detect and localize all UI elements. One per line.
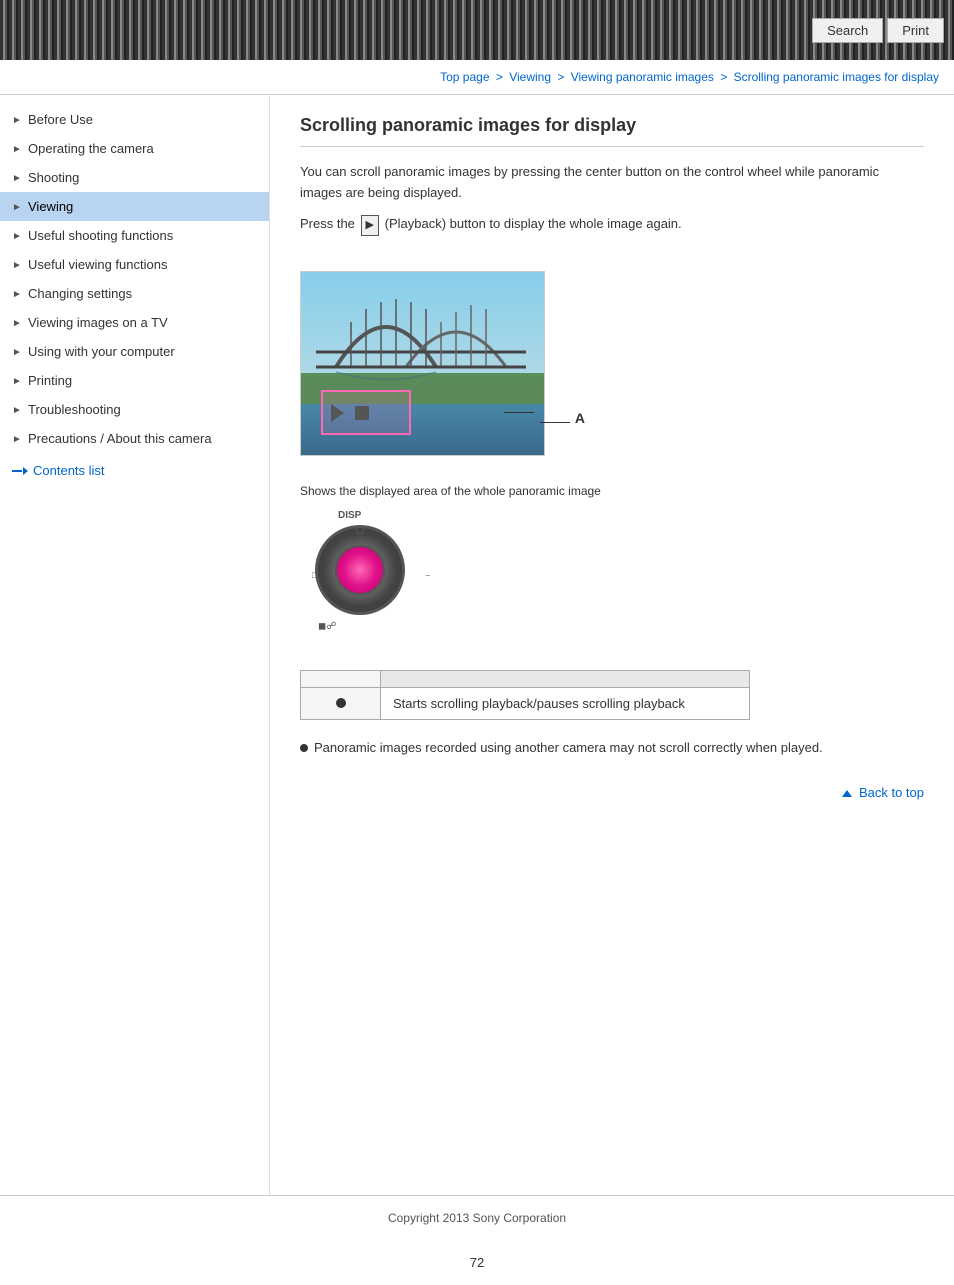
arrow-icon: ► [12, 260, 22, 270]
area-label-text: Shows the displayed area of the whole pa… [300, 484, 924, 498]
sidebar-item-precautions[interactable]: ► Precautions / About this camera [0, 424, 269, 453]
table-header-description [381, 671, 750, 688]
arrow-icon: ► [12, 289, 22, 299]
breadcrumb-top-link[interactable]: Top page [440, 70, 489, 84]
breadcrumb: Top page > Viewing > Viewing panoramic i… [0, 60, 954, 95]
sidebar-label: Viewing images on a TV [28, 315, 168, 330]
sidebar-item-viewing[interactable]: ► Viewing [0, 192, 269, 221]
note-item: Panoramic images recorded using another … [300, 740, 924, 755]
label-line [504, 412, 534, 413]
sidebar-label: Viewing [28, 199, 73, 214]
triangle-up-icon [842, 790, 852, 797]
page-title: Scrolling panoramic images for display [300, 115, 924, 147]
bridge-svg [306, 277, 541, 397]
wheel-inner-button [335, 545, 385, 595]
control-wheel: DISP □ ⎯ ◼☍ [310, 510, 440, 650]
desc2-suffix: (Playback) button to display the whole i… [385, 216, 682, 231]
note-text: Panoramic images recorded using another … [314, 740, 823, 755]
disp-label: DISP [338, 510, 361, 521]
square-icon [355, 406, 369, 420]
sidebar-item-before-use[interactable]: ► Before Use [0, 105, 269, 134]
arrow-icon: ► [12, 376, 22, 386]
play-triangle-icon [331, 404, 344, 422]
table-row: Starts scrolling playback/pauses scrolli… [301, 688, 750, 720]
main-layout: ► Before Use ► Operating the camera ► Sh… [0, 95, 954, 1195]
contents-list-link[interactable]: Contents list [0, 453, 269, 488]
arrow-icon: ► [12, 115, 22, 125]
sidebar-label: Operating the camera [28, 141, 154, 156]
arrow-icon: ► [12, 405, 22, 415]
sidebar-item-changing-settings[interactable]: ► Changing settings [0, 279, 269, 308]
print-button[interactable]: Print [887, 18, 944, 43]
sidebar-label: Printing [28, 373, 72, 388]
description-text-1: You can scroll panoramic images by press… [300, 162, 924, 204]
sidebar-label: Changing settings [28, 286, 132, 301]
sidebar-item-using-computer[interactable]: ► Using with your computer [0, 337, 269, 366]
table-description-cell: Starts scrolling playback/pauses scrolli… [381, 688, 750, 720]
sidebar-label: Before Use [28, 112, 93, 127]
sidebar-item-viewing-tv[interactable]: ► Viewing images on a TV [0, 308, 269, 337]
description-text-2: Press the ▶ (Playback) button to display… [300, 214, 924, 237]
sidebar-label: Precautions / About this camera [28, 431, 212, 446]
sidebar-label: Useful shooting functions [28, 228, 173, 243]
arrow-icon: ► [12, 144, 22, 154]
breadcrumb-panoramic-link[interactable]: Viewing panoramic images [571, 70, 714, 84]
desc2-prefix: Press the [300, 216, 355, 231]
back-to-top-label: Back to top [859, 785, 924, 800]
sidebar-item-troubleshooting[interactable]: ► Troubleshooting [0, 395, 269, 424]
contents-list-label: Contents list [33, 463, 105, 478]
label-a: A [575, 410, 585, 426]
arrow-icon: ► [12, 202, 22, 212]
arrow-icon: ► [12, 318, 22, 328]
bottom-left-icons: ◼☍ [318, 621, 336, 632]
wheel-outer [315, 525, 405, 615]
back-to-top-link[interactable]: Back to top [842, 785, 924, 800]
content-area: Scrolling panoramic images for display Y… [270, 95, 954, 1195]
copyright-text: Copyright 2013 Sony Corporation [388, 1211, 566, 1225]
sidebar-item-shooting[interactable]: ► Shooting [0, 163, 269, 192]
arrow-icon: ► [12, 231, 22, 241]
table-symbol-cell [301, 688, 381, 720]
back-to-top-bar: Back to top [300, 775, 924, 810]
pink-overlay-box [321, 390, 411, 435]
panoramic-image [300, 271, 545, 456]
note-bullet-icon [300, 744, 308, 752]
header-buttons: Search Print [812, 18, 944, 43]
sidebar: ► Before Use ► Operating the camera ► Sh… [0, 95, 270, 1195]
search-button[interactable]: Search [812, 18, 883, 43]
sidebar-item-useful-shooting[interactable]: ► Useful shooting functions [0, 221, 269, 250]
label-a-line [540, 422, 570, 423]
playback-icon: ▶ [361, 215, 379, 237]
sidebar-label: Shooting [28, 170, 79, 185]
arrow-right-icon [12, 465, 28, 477]
breadcrumb-viewing-link[interactable]: Viewing [509, 70, 551, 84]
sidebar-label: Troubleshooting [28, 402, 121, 417]
page-number: 72 [0, 1240, 954, 1285]
footer: Copyright 2013 Sony Corporation [0, 1195, 954, 1240]
breadcrumb-current: Scrolling panoramic images for display [734, 70, 939, 84]
controls-table: Starts scrolling playback/pauses scrolli… [300, 670, 750, 720]
bullet-circle-icon [336, 698, 346, 708]
left-icon: □ [312, 570, 317, 580]
sidebar-item-operating-camera[interactable]: ► Operating the camera [0, 134, 269, 163]
sidebar-item-printing[interactable]: ► Printing [0, 366, 269, 395]
arrow-icon: ► [12, 434, 22, 444]
sidebar-label: Useful viewing functions [28, 257, 167, 272]
sidebar-label: Using with your computer [28, 344, 175, 359]
header: Search Print [0, 0, 954, 60]
table-header-symbol [301, 671, 381, 688]
arrow-icon: ► [12, 347, 22, 357]
arrow-icon: ► [12, 173, 22, 183]
right-icon: ⎯ [425, 570, 430, 581]
sidebar-item-useful-viewing[interactable]: ► Useful viewing functions [0, 250, 269, 279]
